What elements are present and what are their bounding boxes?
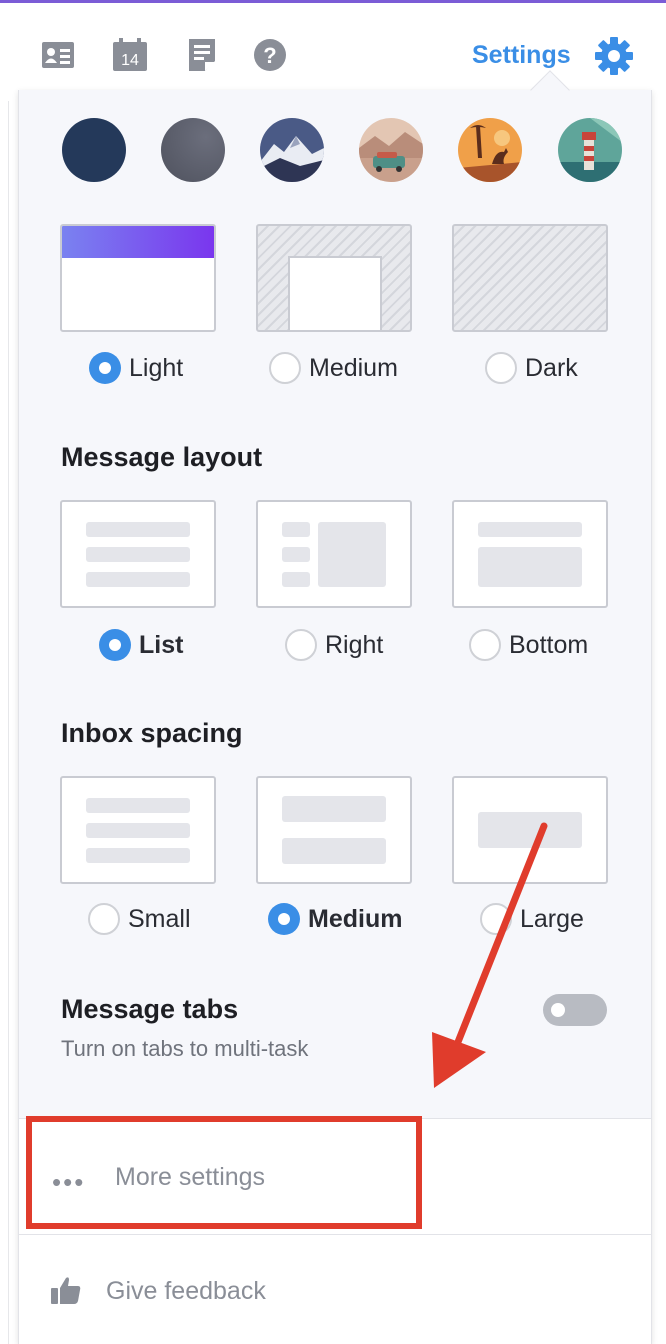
dark-theme-preview[interactable]: [452, 224, 608, 332]
radio-button[interactable]: [485, 352, 517, 384]
layout-option-list[interactable]: List: [99, 629, 183, 661]
slate-swatch[interactable]: [161, 118, 225, 182]
gear-icon[interactable]: [594, 36, 634, 76]
layout-list-preview[interactable]: [60, 500, 216, 608]
spacing-medium-preview[interactable]: [256, 776, 412, 884]
radio-button[interactable]: [88, 903, 120, 935]
spacing-option-medium[interactable]: Medium: [268, 903, 402, 935]
radio-label: List: [139, 630, 184, 659]
radio-button[interactable]: [285, 629, 317, 661]
radio-label: Medium: [308, 904, 403, 933]
settings-label[interactable]: Settings: [472, 41, 571, 70]
calendar-icon[interactable]: 14: [112, 37, 148, 73]
radio-button[interactable]: [469, 629, 501, 661]
svg-text:?: ?: [263, 43, 276, 68]
medium-theme-preview[interactable]: [256, 224, 412, 332]
help-icon[interactable]: ?: [252, 37, 288, 73]
radio-button[interactable]: [99, 629, 131, 661]
radio-button[interactable]: [89, 352, 121, 384]
thumbs-up-icon: [50, 1274, 82, 1306]
background-divider: [8, 101, 9, 1344]
give-feedback-label[interactable]: Give feedback: [106, 1277, 266, 1306]
radio-label: Dark: [525, 353, 578, 382]
theme-option-dark[interactable]: Dark: [485, 352, 578, 384]
message-layout-title: Message layout: [61, 442, 263, 472]
radio-label: Right: [325, 630, 384, 659]
radio-label: Medium: [309, 353, 398, 382]
layout-option-right[interactable]: Right: [285, 629, 383, 661]
calendar-date: 14: [121, 52, 139, 69]
theme-option-light[interactable]: Light: [89, 352, 183, 384]
radio-label: Light: [129, 353, 184, 382]
radio-button[interactable]: [268, 903, 300, 935]
radio-label: Bottom: [509, 630, 589, 659]
theme-option-medium[interactable]: Medium: [269, 352, 398, 384]
annotation-arrow: [432, 822, 548, 1088]
layout-right-preview[interactable]: [256, 500, 412, 608]
layout-option-bottom[interactable]: Bottom: [469, 629, 588, 661]
spacing-option-small[interactable]: Small: [88, 903, 191, 935]
message-tabs-subtitle: Turn on tabs to multi-task: [61, 1036, 309, 1061]
light-preview-header: [62, 226, 214, 258]
contacts-icon[interactable]: [40, 37, 76, 73]
spacing-small-preview[interactable]: [60, 776, 216, 884]
road-trip-photo[interactable]: [359, 118, 423, 182]
mountain-photo[interactable]: [260, 118, 324, 182]
light-theme-preview[interactable]: [60, 224, 216, 332]
inbox-spacing-title: Inbox spacing: [61, 718, 243, 748]
lighthouse-photo[interactable]: [558, 118, 622, 182]
message-tabs-title: Message tabs: [61, 994, 239, 1024]
kangaroo-photo[interactable]: [458, 118, 522, 182]
radio-button[interactable]: [269, 352, 301, 384]
layout-bottom-preview[interactable]: [452, 500, 608, 608]
radio-label: Small: [128, 904, 191, 933]
navy-swatch[interactable]: [62, 118, 126, 182]
medium-preview-pane: [288, 256, 382, 330]
notepad-icon[interactable]: [184, 37, 220, 73]
annotation-highlight-box: [26, 1116, 422, 1229]
